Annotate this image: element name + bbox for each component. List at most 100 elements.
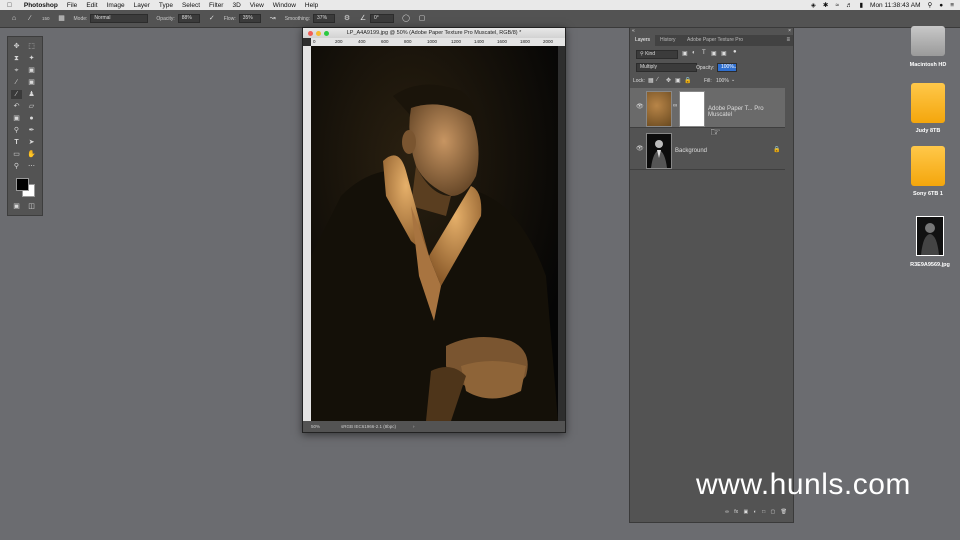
image-canvas[interactable] xyxy=(311,46,558,421)
panel-close-icon[interactable]: × xyxy=(788,28,791,34)
zoom-window-icon[interactable] xyxy=(324,30,329,36)
type-tool-icon[interactable]: T xyxy=(11,138,22,147)
brush-tool-icon[interactable]: ∕ xyxy=(26,15,34,23)
smoothing-field[interactable]: 37% xyxy=(313,14,336,23)
menu-3d[interactable]: 3D xyxy=(232,2,240,9)
eraser-icon[interactable]: ▱ xyxy=(26,102,37,111)
collapse-icon[interactable]: « xyxy=(632,28,635,34)
screen-mode-icon[interactable]: ◫ xyxy=(26,202,37,211)
magic-wand-icon[interactable]: ✦ xyxy=(26,54,37,63)
panel-menu-icon[interactable]: ≡ xyxy=(786,37,790,43)
filter-toggle-icon[interactable]: ● xyxy=(733,49,737,55)
fill-value[interactable]: 100% xyxy=(716,78,729,84)
zoom-tool-icon[interactable]: ⚲ xyxy=(11,162,22,171)
gradient-icon[interactable]: ▣ xyxy=(11,114,22,123)
desktop-icon-jpg[interactable]: R3E9A9569.jpg xyxy=(900,216,960,268)
symmetry-icon[interactable]: ▢ xyxy=(418,15,426,23)
lock-pixels-icon[interactable]: ∕ xyxy=(657,77,658,83)
eye-icon[interactable]: 👁 xyxy=(636,103,644,110)
horizontal-ruler[interactable]: 0 200 400 600 800 1000 1200 1400 1600 18… xyxy=(311,38,565,46)
more-tools-icon[interactable]: ⋯ xyxy=(26,162,37,171)
desktop-icon-macintosh-hd[interactable]: Macintosh HD xyxy=(898,26,958,68)
tab-layers[interactable]: Layers xyxy=(630,35,656,46)
vertical-ruler[interactable] xyxy=(303,46,311,421)
filter-adjustment-icon[interactable]: ◐ xyxy=(692,50,696,56)
desktop-icon-sony[interactable]: Sony 6TB 1 xyxy=(898,146,958,197)
filter-shape-icon[interactable]: ▣ xyxy=(711,50,717,57)
link-layers-icon[interactable]: ∞ xyxy=(725,509,729,515)
clone-stamp-icon[interactable]: ♟ xyxy=(26,90,37,99)
menu-layer[interactable]: Layer xyxy=(134,2,150,9)
tab-paper-texture[interactable]: Adobe Paper Texture Pro xyxy=(682,35,748,46)
brush-tool-icon-active[interactable]: ∕ xyxy=(11,90,22,99)
notification-icon[interactable]: ≡ xyxy=(950,2,954,9)
gear-icon[interactable]: ⚙ xyxy=(343,15,351,23)
color-profile-status[interactable]: sRGB IEC61966-2.1 (8bpc) xyxy=(341,421,396,432)
tab-history[interactable]: History xyxy=(655,35,681,46)
layer-thumbnail[interactable] xyxy=(646,133,672,169)
search-icon[interactable]: ⚲ xyxy=(928,1,933,9)
shape-tool-icon[interactable]: ▭ xyxy=(11,150,22,159)
chain-link-icon[interactable]: ∞ xyxy=(673,103,677,109)
frame-tool-icon[interactable]: ▣ xyxy=(26,66,37,75)
lasso-tool-icon[interactable]: ⧗ xyxy=(11,54,22,63)
menu-app-name[interactable]: Photoshop xyxy=(24,2,58,9)
menu-view[interactable]: View xyxy=(250,2,264,9)
layer-row-paper-texture[interactable]: 👁 ∞ Adobe Paper T... Pro Muscatel xyxy=(630,88,785,128)
opacity-dropdown-icon[interactable]: ⌄ xyxy=(733,64,737,70)
fill-dropdown-icon[interactable]: ⌄ xyxy=(731,77,735,83)
new-group-icon[interactable]: □ xyxy=(762,509,765,515)
fx-icon[interactable]: fx xyxy=(734,509,738,515)
zoom-level[interactable]: 50% xyxy=(311,421,320,432)
lock-icon[interactable]: 🔒 xyxy=(773,146,780,153)
lock-all-icon[interactable]: 🔒 xyxy=(684,77,691,84)
foreground-color-swatch[interactable] xyxy=(16,178,29,191)
lock-position-icon[interactable]: ✥ xyxy=(666,77,671,84)
crop-tool-icon[interactable]: ⌖ xyxy=(11,66,22,75)
filter-pixel-icon[interactable]: ▣ xyxy=(682,50,688,57)
apple-icon[interactable]:  xyxy=(7,2,12,9)
menubar-clock[interactable]: Mon 11:38:43 AM xyxy=(870,2,920,9)
document-titlebar[interactable]: LP_A4A9199.jpg @ 50% (Adobe Paper Textur… xyxy=(303,28,565,38)
eye-icon[interactable]: 👁 xyxy=(636,145,644,152)
marquee-tool-icon[interactable]: ⬚ xyxy=(26,42,37,51)
menu-window[interactable]: Window xyxy=(273,2,296,9)
user-icon[interactable]: ● xyxy=(939,2,943,9)
history-brush-icon[interactable]: ↶ xyxy=(11,102,22,111)
brush-settings-icon[interactable]: ▦ xyxy=(58,15,66,23)
layer-thumbnail[interactable] xyxy=(646,91,672,127)
path-select-icon[interactable]: ➤ xyxy=(26,138,37,147)
desktop-icon-judy[interactable]: Judy 8TB xyxy=(898,83,958,134)
hand-tool-icon[interactable]: ✋ xyxy=(26,150,37,159)
filter-type-icon[interactable]: T xyxy=(702,50,706,56)
pressure-size-icon[interactable]: ◯ xyxy=(402,15,410,23)
pressure-opacity-icon[interactable]: ✓ xyxy=(208,15,216,23)
airbrush-icon[interactable]: ↝ xyxy=(269,15,277,23)
menu-image[interactable]: Image xyxy=(107,2,125,9)
new-layer-icon[interactable]: ▢ xyxy=(771,509,776,515)
home-icon[interactable]: ⌂ xyxy=(10,15,18,23)
menu-type[interactable]: Type xyxy=(159,2,173,9)
quick-mask-icon[interactable]: ▣ xyxy=(11,202,22,211)
wifi-icon[interactable]: ≈ xyxy=(835,2,839,9)
battery-icon[interactable]: ▮ xyxy=(859,1,863,9)
pen-tool-icon[interactable]: ✒ xyxy=(26,126,37,135)
lock-transparency-icon[interactable]: ▦ xyxy=(648,77,654,84)
blur-icon[interactable]: ● xyxy=(26,114,37,123)
opacity-field[interactable]: 88% xyxy=(177,14,200,23)
dropbox-icon[interactable]: ◈ xyxy=(811,1,816,9)
close-icon[interactable] xyxy=(308,30,313,36)
volume-icon[interactable]: ♬ xyxy=(846,2,853,9)
menu-help[interactable]: Help xyxy=(305,2,318,9)
eyedropper-icon[interactable]: ∕ xyxy=(11,78,22,87)
dodge-icon[interactable]: ⚲ xyxy=(11,126,22,135)
flow-field[interactable]: 35% xyxy=(238,14,261,23)
blend-mode-select[interactable]: Multiply xyxy=(636,63,697,72)
menu-edit[interactable]: Edit xyxy=(86,2,97,9)
layer-name[interactable]: Background xyxy=(675,148,707,154)
healing-brush-icon[interactable]: ▣ xyxy=(26,78,37,87)
move-tool-icon[interactable]: ✥ xyxy=(11,42,22,51)
mode-select[interactable]: Normal xyxy=(90,14,149,23)
angle-field[interactable]: 0° xyxy=(370,14,395,23)
menu-select[interactable]: Select xyxy=(182,2,200,9)
